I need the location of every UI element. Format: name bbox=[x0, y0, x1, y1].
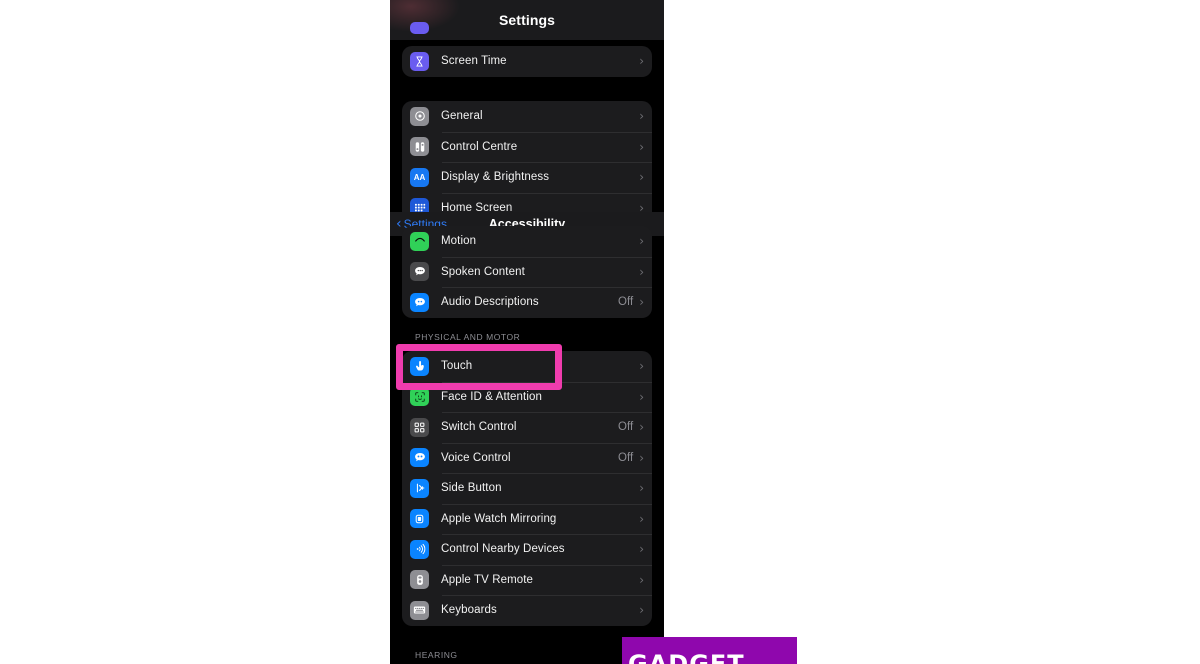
accessibility-row-motion[interactable]: Motion › bbox=[402, 226, 652, 257]
accessibility-row-label: Voice Control bbox=[441, 451, 511, 464]
partial-icon-above-screen-time bbox=[410, 22, 429, 34]
accessibility-row-apple-watch-mirroring[interactable]: Apple Watch Mirroring › bbox=[402, 503, 652, 535]
accessibility-row-apple-tv-remote[interactable]: Apple TV Remote › bbox=[402, 564, 652, 596]
accessibility-row-label: Motion bbox=[441, 235, 477, 248]
accessibility-row-label: Touch bbox=[441, 360, 473, 373]
accessibility-row-switch-control[interactable]: Switch Control Off › bbox=[402, 412, 652, 443]
face-id-icon bbox=[410, 387, 429, 407]
accessibility-row-label: Apple Watch Mirroring bbox=[441, 512, 557, 525]
aa-icon: AA bbox=[410, 167, 429, 187]
accessibility-row-label: Control Nearby Devices bbox=[441, 543, 565, 556]
settings-row-label: Control Centre bbox=[441, 140, 518, 153]
accessibility-row-control-nearby-devices[interactable]: Control Nearby Devices › bbox=[402, 534, 652, 565]
chevron-right-icon: › bbox=[639, 572, 644, 587]
settings-navbar: Settings bbox=[390, 0, 664, 40]
chevron-right-icon: › bbox=[639, 481, 644, 496]
accessibility-panel: ‹ Settings Accessibility Motion › Spoken… bbox=[390, 212, 664, 664]
accessibility-row-voice-control[interactable]: Voice Control Off › bbox=[402, 442, 652, 474]
accessibility-group-vision: Motion › Spoken Content › Audio Descript… bbox=[402, 226, 652, 318]
phone-screen: Settings Screen Time › General › Control… bbox=[390, 0, 664, 664]
section-header-hearing: HEARING bbox=[415, 650, 458, 660]
accessibility-row-label: Keyboards bbox=[441, 604, 497, 617]
settings-row-control-centre[interactable]: Control Centre › bbox=[402, 131, 652, 163]
chevron-right-icon: › bbox=[639, 170, 644, 185]
chevron-right-icon: › bbox=[639, 139, 644, 154]
gear-icon bbox=[410, 106, 429, 126]
settings-group-screentime: Screen Time › bbox=[402, 46, 652, 77]
settings-group-general: General › Control Centre › AA Display & … bbox=[402, 101, 652, 223]
speech-bubble-blue-icon bbox=[410, 292, 429, 312]
settings-row-general[interactable]: General › bbox=[402, 101, 652, 132]
accessibility-row-label: Apple TV Remote bbox=[441, 573, 534, 586]
sliders-icon bbox=[410, 137, 429, 157]
accessibility-row-audio-descriptions[interactable]: Audio Descriptions Off › bbox=[402, 287, 652, 318]
chevron-right-icon: › bbox=[639, 54, 644, 69]
hourglass-icon bbox=[410, 51, 429, 71]
accessibility-row-value: Off bbox=[618, 296, 634, 309]
screenshot-stage: Settings Screen Time › General › Control… bbox=[0, 0, 1200, 664]
accessibility-row-side-button[interactable]: Side Button › bbox=[402, 473, 652, 504]
accessibility-row-label: Spoken Content bbox=[441, 265, 525, 278]
settings-title: Settings bbox=[498, 12, 556, 28]
apple-watch-icon bbox=[410, 509, 429, 529]
chevron-right-icon: › bbox=[639, 234, 644, 249]
settings-row-display-brightness[interactable]: AA Display & Brightness › bbox=[402, 162, 652, 193]
chevron-right-icon: › bbox=[639, 359, 644, 374]
apple-tv-remote-icon bbox=[410, 570, 429, 590]
chevron-right-icon: › bbox=[639, 450, 644, 465]
chevron-right-icon: › bbox=[639, 109, 644, 124]
chevron-right-icon: › bbox=[639, 389, 644, 404]
accessibility-row-spoken-content[interactable]: Spoken Content › bbox=[402, 256, 652, 288]
keyboard-icon bbox=[410, 600, 429, 620]
settings-row-screen-time[interactable]: Screen Time › bbox=[402, 46, 652, 77]
settings-row-label: Screen Time bbox=[441, 55, 507, 68]
touch-hand-icon bbox=[410, 356, 429, 376]
speech-bubble-grey-icon bbox=[410, 262, 429, 282]
nearby-devices-icon bbox=[410, 539, 429, 559]
accessibility-row-face-id-attention[interactable]: Face ID & Attention › bbox=[402, 381, 652, 413]
chevron-right-icon: › bbox=[639, 295, 644, 310]
section-header-physical-and-motor: PHYSICAL AND MOTOR bbox=[415, 332, 521, 342]
side-button-icon bbox=[410, 478, 429, 498]
accessibility-row-touch[interactable]: Touch › bbox=[402, 351, 652, 382]
chevron-right-icon: › bbox=[639, 264, 644, 279]
accessibility-row-label: Face ID & Attention bbox=[441, 390, 542, 403]
left-white-margin bbox=[0, 0, 390, 664]
chevron-right-icon: › bbox=[639, 603, 644, 618]
chevron-right-icon: › bbox=[639, 420, 644, 435]
chevron-right-icon: › bbox=[639, 511, 644, 526]
accessibility-row-label: Side Button bbox=[441, 482, 502, 495]
accessibility-row-value: Off bbox=[618, 451, 634, 464]
watermark-banner: GADGET bbox=[622, 637, 797, 664]
right-white-margin bbox=[664, 0, 1200, 664]
accessibility-row-label: Audio Descriptions bbox=[441, 296, 539, 309]
accessibility-row-keyboards[interactable]: Keyboards › bbox=[402, 595, 652, 626]
accessibility-group-physical: Touch › Face ID & Attention › Switch Con… bbox=[402, 351, 652, 626]
switch-control-icon bbox=[410, 417, 429, 437]
accessibility-row-value: Off bbox=[618, 421, 634, 434]
watermark-banner-text: GADGET bbox=[628, 650, 745, 664]
voice-control-icon bbox=[410, 448, 429, 468]
settings-row-label: Display & Brightness bbox=[441, 171, 550, 184]
accessibility-row-label: Switch Control bbox=[441, 421, 517, 434]
settings-row-label: General bbox=[441, 110, 483, 123]
chevron-right-icon: › bbox=[639, 542, 644, 557]
motion-icon bbox=[410, 231, 429, 251]
